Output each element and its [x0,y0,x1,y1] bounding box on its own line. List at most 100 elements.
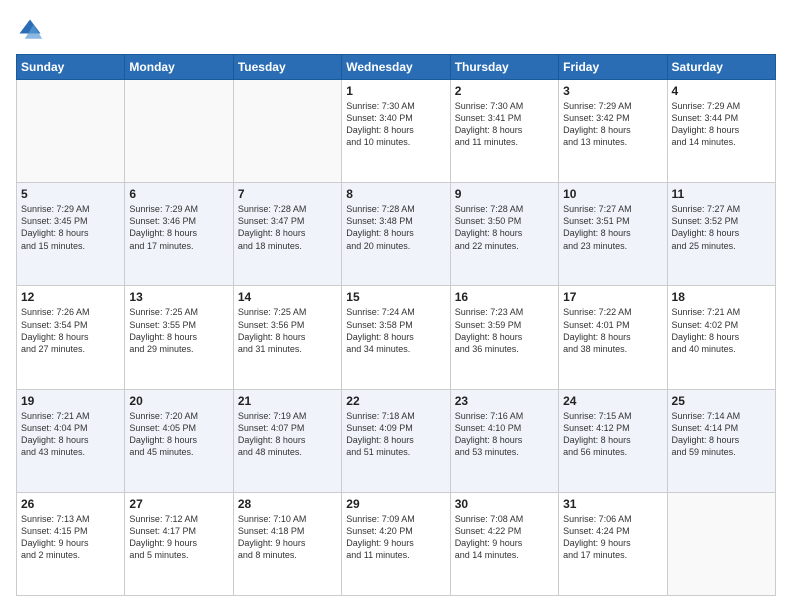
day-number: 29 [346,497,445,511]
calendar-cell: 30 Sunrise: 7:08 AM Sunset: 4:22 PM Dayli… [450,492,558,595]
day-number: 26 [21,497,120,511]
calendar-cell: 19 Sunrise: 7:21 AM Sunset: 4:04 PM Dayli… [17,389,125,492]
day-info: Sunrise: 7:18 AM Sunset: 4:09 PM Dayligh… [346,410,445,459]
calendar-cell: 24 Sunrise: 7:15 AM Sunset: 4:12 PM Dayli… [559,389,667,492]
day-number: 8 [346,187,445,201]
calendar-cell: 7 Sunrise: 7:28 AM Sunset: 3:47 PM Daylig… [233,183,341,286]
calendar-cell: 18 Sunrise: 7:21 AM Sunset: 4:02 PM Dayli… [667,286,775,389]
page: SundayMondayTuesdayWednesdayThursdayFrid… [0,0,792,612]
day-info: Sunrise: 7:29 AM Sunset: 3:44 PM Dayligh… [672,100,771,149]
day-number: 2 [455,84,554,98]
calendar-cell: 3 Sunrise: 7:29 AM Sunset: 3:42 PM Daylig… [559,80,667,183]
day-number: 14 [238,290,337,304]
day-info: Sunrise: 7:08 AM Sunset: 4:22 PM Dayligh… [455,513,554,562]
day-info: Sunrise: 7:28 AM Sunset: 3:47 PM Dayligh… [238,203,337,252]
day-number: 9 [455,187,554,201]
day-number: 15 [346,290,445,304]
calendar-cell: 12 Sunrise: 7:26 AM Sunset: 3:54 PM Dayli… [17,286,125,389]
day-info: Sunrise: 7:28 AM Sunset: 3:48 PM Dayligh… [346,203,445,252]
calendar-cell: 27 Sunrise: 7:12 AM Sunset: 4:17 PM Dayli… [125,492,233,595]
calendar-cell: 20 Sunrise: 7:20 AM Sunset: 4:05 PM Dayli… [125,389,233,492]
day-info: Sunrise: 7:24 AM Sunset: 3:58 PM Dayligh… [346,306,445,355]
day-number: 13 [129,290,228,304]
day-info: Sunrise: 7:22 AM Sunset: 4:01 PM Dayligh… [563,306,662,355]
day-number: 20 [129,394,228,408]
calendar-cell [125,80,233,183]
calendar-cell: 1 Sunrise: 7:30 AM Sunset: 3:40 PM Daylig… [342,80,450,183]
calendar-cell: 2 Sunrise: 7:30 AM Sunset: 3:41 PM Daylig… [450,80,558,183]
calendar-cell: 11 Sunrise: 7:27 AM Sunset: 3:52 PM Dayli… [667,183,775,286]
weekday-header-thursday: Thursday [450,55,558,80]
day-number: 21 [238,394,337,408]
weekday-header-sunday: Sunday [17,55,125,80]
day-number: 27 [129,497,228,511]
calendar-cell: 17 Sunrise: 7:22 AM Sunset: 4:01 PM Dayli… [559,286,667,389]
day-number: 7 [238,187,337,201]
calendar-cell: 16Sunrise: 7:23 AM Sunset: 3:59 PM Dayli… [450,286,558,389]
day-number: 19 [21,394,120,408]
calendar-cell: 25 Sunrise: 7:14 AM Sunset: 4:14 PM Dayli… [667,389,775,492]
calendar-cell: 5 Sunrise: 7:29 AM Sunset: 3:45 PM Daylig… [17,183,125,286]
weekday-header-monday: Monday [125,55,233,80]
day-number: 11 [672,187,771,201]
calendar-cell [667,492,775,595]
day-info: Sunrise: 7:06 AM Sunset: 4:24 PM Dayligh… [563,513,662,562]
logo-icon [16,16,44,44]
calendar-cell: 4 Sunrise: 7:29 AM Sunset: 3:44 PM Daylig… [667,80,775,183]
day-info: Sunrise: 7:30 AM Sunset: 3:40 PM Dayligh… [346,100,445,149]
day-number: 25 [672,394,771,408]
calendar-cell: 23Sunrise: 7:16 AM Sunset: 4:10 PM Dayli… [450,389,558,492]
day-info: Sunrise: 7:13 AM Sunset: 4:15 PM Dayligh… [21,513,120,562]
logo [16,16,48,44]
calendar-cell: 29 Sunrise: 7:09 AM Sunset: 4:20 PM Dayli… [342,492,450,595]
calendar-cell: 26 Sunrise: 7:13 AM Sunset: 4:15 PM Dayli… [17,492,125,595]
day-info: Sunrise: 7:10 AM Sunset: 4:18 PM Dayligh… [238,513,337,562]
day-number: 23 [455,394,554,408]
calendar-cell [17,80,125,183]
weekday-header-saturday: Saturday [667,55,775,80]
day-info: Sunrise: 7:27 AM Sunset: 3:52 PM Dayligh… [672,203,771,252]
calendar-cell: 15 Sunrise: 7:24 AM Sunset: 3:58 PM Dayli… [342,286,450,389]
calendar-cell: 21Sunrise: 7:19 AM Sunset: 4:07 PM Dayli… [233,389,341,492]
day-info: Sunrise: 7:09 AM Sunset: 4:20 PM Dayligh… [346,513,445,562]
day-number: 28 [238,497,337,511]
day-info: Sunrise: 7:14 AM Sunset: 4:14 PM Dayligh… [672,410,771,459]
day-number: 6 [129,187,228,201]
day-number: 22 [346,394,445,408]
day-number: 30 [455,497,554,511]
calendar-cell: 9 Sunrise: 7:28 AM Sunset: 3:50 PM Daylig… [450,183,558,286]
calendar-cell [233,80,341,183]
day-number: 10 [563,187,662,201]
day-info: Sunrise: 7:21 AM Sunset: 4:04 PM Dayligh… [21,410,120,459]
day-info: Sunrise: 7:30 AM Sunset: 3:41 PM Dayligh… [455,100,554,149]
calendar-cell: 6Sunrise: 7:29 AM Sunset: 3:46 PM Daylig… [125,183,233,286]
calendar-cell: 8 Sunrise: 7:28 AM Sunset: 3:48 PM Daylig… [342,183,450,286]
day-info: Sunrise: 7:12 AM Sunset: 4:17 PM Dayligh… [129,513,228,562]
calendar-cell: 14Sunrise: 7:25 AM Sunset: 3:56 PM Dayli… [233,286,341,389]
day-info: Sunrise: 7:28 AM Sunset: 3:50 PM Dayligh… [455,203,554,252]
day-number: 17 [563,290,662,304]
weekday-header-friday: Friday [559,55,667,80]
header [16,16,776,44]
calendar-cell: 13Sunrise: 7:25 AM Sunset: 3:55 PM Dayli… [125,286,233,389]
day-number: 3 [563,84,662,98]
day-info: Sunrise: 7:29 AM Sunset: 3:45 PM Dayligh… [21,203,120,252]
day-number: 12 [21,290,120,304]
day-info: Sunrise: 7:29 AM Sunset: 3:42 PM Dayligh… [563,100,662,149]
day-number: 5 [21,187,120,201]
day-number: 16 [455,290,554,304]
day-number: 18 [672,290,771,304]
calendar-cell: 28 Sunrise: 7:10 AM Sunset: 4:18 PM Dayli… [233,492,341,595]
day-number: 1 [346,84,445,98]
day-number: 4 [672,84,771,98]
calendar-cell: 22 Sunrise: 7:18 AM Sunset: 4:09 PM Dayli… [342,389,450,492]
day-info: Sunrise: 7:27 AM Sunset: 3:51 PM Dayligh… [563,203,662,252]
day-info: Sunrise: 7:20 AM Sunset: 4:05 PM Dayligh… [129,410,228,459]
weekday-header-tuesday: Tuesday [233,55,341,80]
weekday-header-wednesday: Wednesday [342,55,450,80]
day-number: 24 [563,394,662,408]
calendar-table: SundayMondayTuesdayWednesdayThursdayFrid… [16,54,776,596]
day-info: Sunrise: 7:26 AM Sunset: 3:54 PM Dayligh… [21,306,120,355]
day-info: Sunrise: 7:21 AM Sunset: 4:02 PM Dayligh… [672,306,771,355]
day-info: Sunrise: 7:15 AM Sunset: 4:12 PM Dayligh… [563,410,662,459]
